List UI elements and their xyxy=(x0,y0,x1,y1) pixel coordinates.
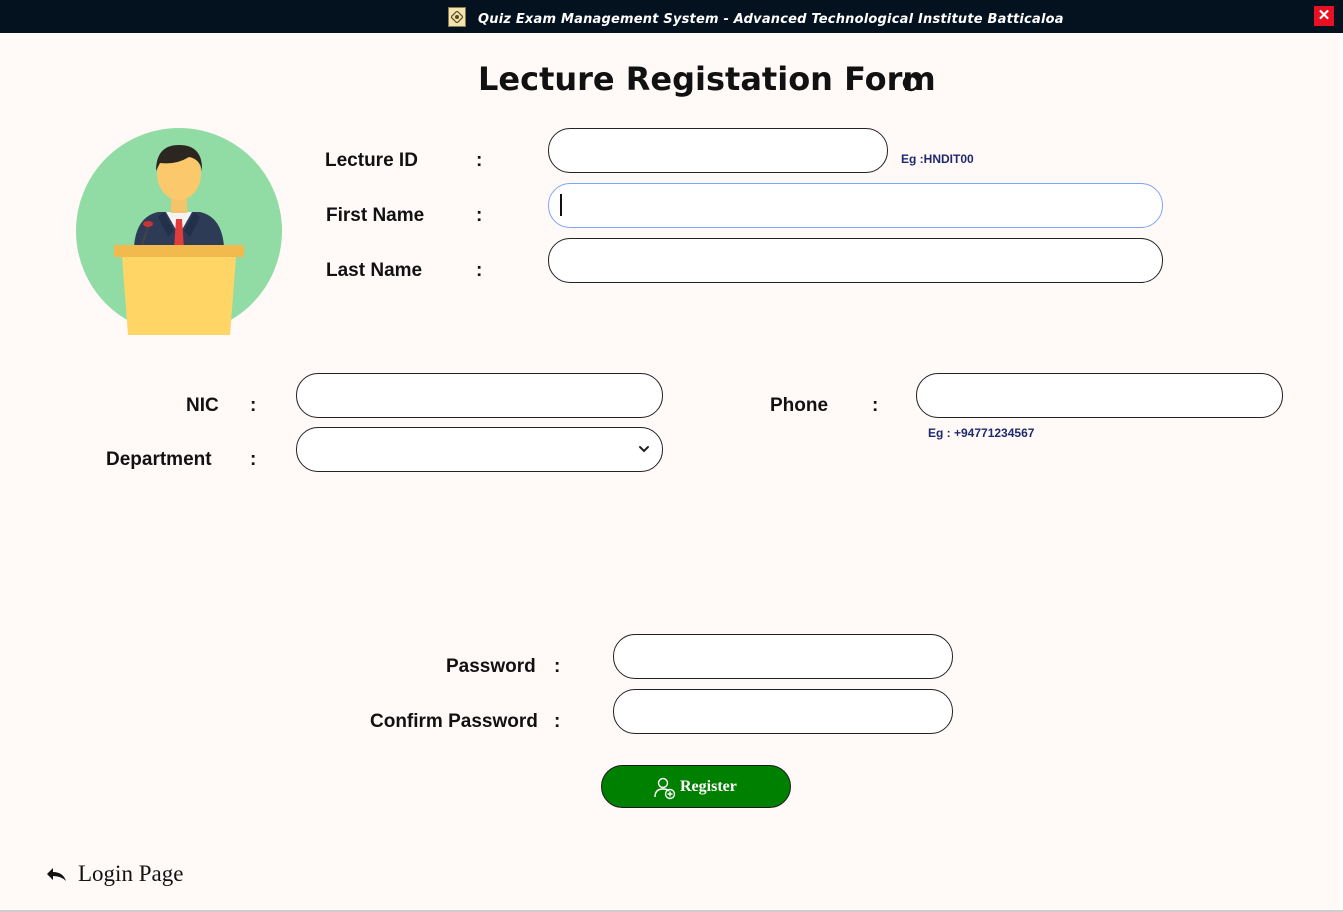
colon-separator: : xyxy=(476,205,483,226)
first-name-input[interactable] xyxy=(548,183,1163,228)
title-bar: Quiz Exam Management System - Advanced T… xyxy=(0,0,1343,33)
lecturer-at-podium-icon xyxy=(76,128,282,335)
lecture-id-label: Lecture ID xyxy=(325,150,418,171)
back-arrow-icon xyxy=(47,868,66,881)
colon-separator: : xyxy=(476,150,483,171)
app-logo-icon xyxy=(448,7,466,27)
colon-separator: : xyxy=(250,395,257,416)
nic-label: NIC xyxy=(186,395,219,416)
refresh-icon[interactable] xyxy=(899,71,923,95)
last-name-label: Last Name xyxy=(326,260,423,281)
nic-input[interactable] xyxy=(296,373,663,418)
colon-separator: : xyxy=(554,711,561,732)
colon-separator: : xyxy=(476,260,483,281)
phone-hint: Eg : +94771234567 xyxy=(928,426,1035,440)
login-page-label: Login Page xyxy=(78,861,184,886)
password-label: Password xyxy=(446,656,536,677)
confirm-password-label: Confirm Password xyxy=(370,711,538,732)
register-button[interactable]: Register xyxy=(601,765,791,808)
department-label: Department xyxy=(106,449,212,470)
department-select[interactable] xyxy=(296,427,663,472)
lecture-id-hint: Eg :HNDIT00 xyxy=(901,152,974,166)
colon-separator: : xyxy=(554,656,561,677)
close-button[interactable]: ✕ xyxy=(1314,6,1334,26)
page-title: Lecture Registation Form xyxy=(478,60,936,98)
colon-separator: : xyxy=(250,449,257,470)
text-caret xyxy=(560,194,562,216)
password-input[interactable] xyxy=(613,634,953,679)
last-name-input[interactable] xyxy=(548,238,1163,283)
colon-separator: : xyxy=(872,395,879,416)
confirm-password-input[interactable] xyxy=(613,689,953,734)
phone-input[interactable] xyxy=(916,373,1283,418)
login-page-link[interactable]: Login Page xyxy=(44,860,194,890)
add-user-icon xyxy=(654,777,676,800)
first-name-label: First Name xyxy=(326,205,425,226)
window-title: Quiz Exam Management System - Advanced T… xyxy=(478,12,1064,27)
register-label: Register xyxy=(680,778,737,795)
lecture-id-input[interactable] xyxy=(548,128,888,173)
phone-label: Phone xyxy=(770,395,829,416)
